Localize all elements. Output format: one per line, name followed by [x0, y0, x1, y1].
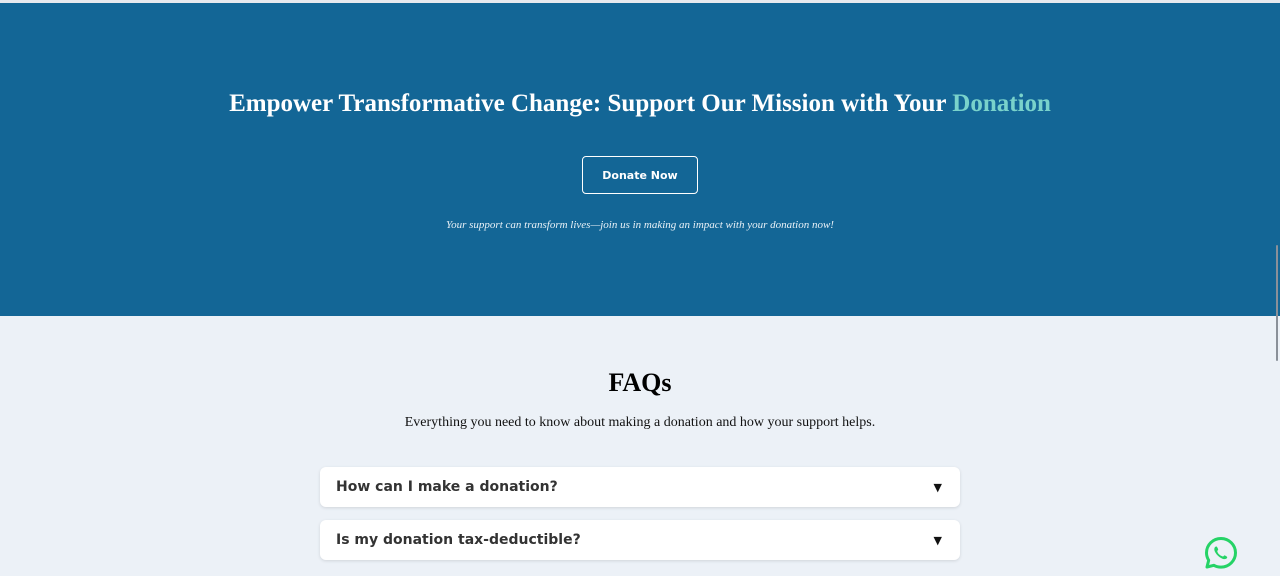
hero-title-main: Empower Transformative Change: Support O…	[229, 90, 953, 117]
faq-item-make-donation[interactable]: How can I make a donation? ▼	[320, 467, 960, 507]
whatsapp-icon	[1205, 537, 1237, 569]
faq-item-tax-deductible[interactable]: Is my donation tax-deductible? ▼	[320, 520, 960, 560]
faq-subtitle: Everything you need to know about making…	[404, 415, 876, 430]
caret-down-icon[interactable]: ▼	[934, 481, 942, 494]
faq-question: Is my donation tax-deductible?	[336, 532, 581, 548]
caret-down-icon[interactable]: ▼	[934, 534, 942, 547]
hero-title-accent: Donation	[952, 90, 1051, 117]
faq-question: How can I make a donation?	[336, 479, 558, 495]
hero-title: Empower Transformative Change: Support O…	[0, 89, 1280, 119]
donation-hero: Empower Transformative Change: Support O…	[0, 3, 1280, 316]
faq-title: FAQs	[608, 368, 672, 397]
whatsapp-chat-button[interactable]	[1203, 535, 1239, 571]
hero-subtitle: Your support can transform lives—join us…	[446, 219, 834, 231]
donate-now-button[interactable]: Donate Now	[582, 156, 698, 194]
scrollbar-thumb[interactable]	[1276, 245, 1278, 361]
